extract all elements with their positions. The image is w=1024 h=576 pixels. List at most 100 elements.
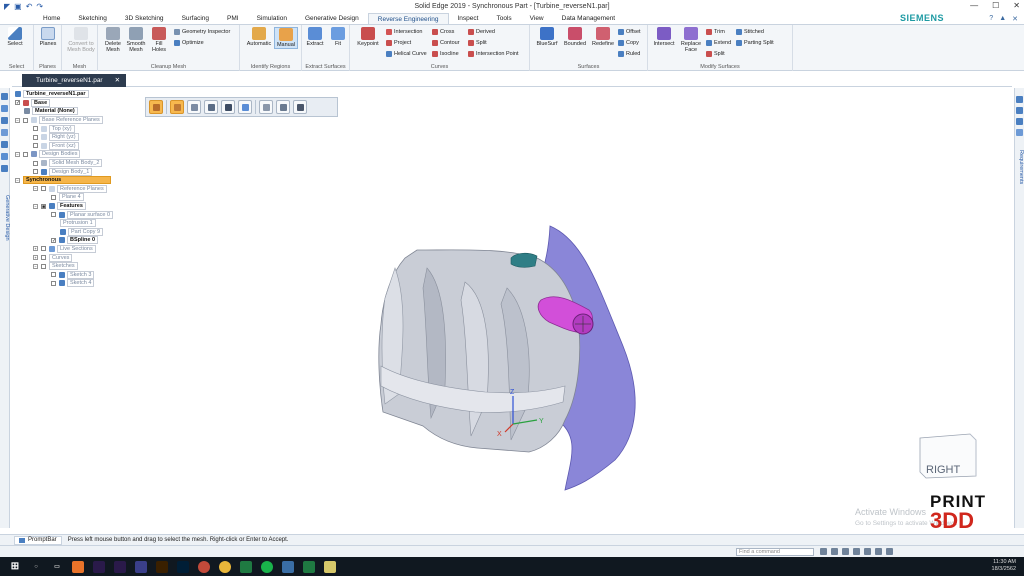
tree-item-solid-mesh-body[interactable]: Solid Mesh Body_2 (15, 159, 140, 168)
extract-button[interactable]: Extract (304, 27, 326, 47)
premiere-icon[interactable] (93, 560, 105, 573)
fit-view-icon[interactable] (820, 548, 827, 555)
cross-button[interactable]: Cross (432, 29, 454, 35)
tab-simulation[interactable]: Simulation (248, 13, 296, 24)
parting-split-button[interactable]: Parting Split (736, 40, 774, 46)
chrome-icon[interactable] (219, 560, 231, 573)
tree-item-bspline[interactable]: ✓ BSpline 0 (15, 236, 140, 245)
help-icon[interactable]: ? (989, 15, 993, 23)
intersect-button[interactable]: Intersect (651, 27, 677, 47)
isocline-button[interactable]: Isocline (432, 51, 459, 57)
right-dock-icon-2[interactable] (1016, 107, 1023, 114)
planes-button[interactable]: Planes (37, 27, 59, 47)
right-dock-icon-1[interactable] (1016, 96, 1023, 103)
options-button[interactable] (259, 100, 273, 114)
checkbox[interactable] (51, 194, 56, 200)
media-icon[interactable] (135, 560, 147, 573)
doc-close-icon[interactable]: ✕ (1012, 15, 1018, 23)
tab-generative-design[interactable]: Generative Design (296, 13, 368, 24)
tree-item-plane-4[interactable]: Plane 4 (15, 193, 140, 202)
tree-item-features[interactable]: − ■ Features (15, 202, 140, 211)
tab-inspect[interactable]: Inspect (449, 13, 488, 24)
fill-region-button[interactable] (187, 100, 201, 114)
tab-pmi[interactable]: PMI (218, 13, 248, 24)
expand-toggle[interactable]: − (33, 186, 38, 192)
convert-mesh-button[interactable]: Convert to Mesh Body (67, 27, 95, 53)
expand-toggle[interactable]: − (33, 263, 38, 269)
tree-item-sketch-4[interactable]: Sketch 4 (15, 279, 140, 288)
tab-3d-sketching[interactable]: 3D Sketching (116, 13, 173, 24)
tree-item-sketch-3[interactable]: Sketch 3 (15, 270, 140, 279)
checkbox[interactable] (33, 134, 38, 140)
expand-toggle[interactable]: − (33, 203, 38, 209)
minimize-ribbon-icon[interactable]: ▲ (999, 15, 1006, 23)
tree-item-top[interactable]: Top (xy) (15, 124, 140, 133)
tree-item-part-copy[interactable]: Part Copy 9 (15, 227, 140, 237)
select-button[interactable]: Select (4, 27, 26, 47)
copy-button[interactable]: Copy (618, 40, 639, 46)
sensors-icon[interactable] (1, 141, 8, 148)
view-orient-icon[interactable] (875, 548, 882, 555)
tree-item-sketches[interactable]: − Sketches (15, 262, 140, 271)
tree-item-base-ref-planes[interactable]: − Base Reference Planes (15, 116, 140, 125)
optimize-button[interactable]: Optimize (174, 40, 204, 46)
zoom-area-icon[interactable] (831, 548, 838, 555)
smooth-mesh-button[interactable]: Smooth Mesh (125, 27, 147, 53)
maximize-button[interactable]: ☐ (992, 1, 999, 10)
close-tab-icon[interactable]: ✕ (115, 77, 120, 84)
system-tray[interactable]: 11:30 AM 18/3/2562 (992, 559, 1016, 573)
close-button[interactable]: ✕ (1013, 1, 1020, 10)
tree-item-reference-planes[interactable]: − Reference Planes (15, 184, 140, 194)
checkbox[interactable] (51, 212, 56, 218)
mesh-view-button[interactable] (238, 100, 252, 114)
checkbox[interactable] (51, 272, 56, 278)
expand-toggle[interactable]: − (15, 117, 20, 123)
search-icon[interactable]: ○ (30, 561, 42, 573)
teal-feature[interactable] (510, 252, 538, 268)
requirements-label[interactable]: Requirements (1014, 150, 1024, 184)
explorer-icon[interactable] (324, 560, 336, 573)
derived-button[interactable]: Derived (468, 29, 495, 35)
shading-icon[interactable] (886, 548, 893, 555)
checkbox[interactable] (23, 151, 28, 157)
checkbox[interactable] (41, 186, 46, 192)
cancel-button[interactable] (293, 100, 307, 114)
tree-root[interactable]: Turbine_reverseN1.par (15, 90, 140, 99)
tree-item-curves[interactable]: + Curves (15, 253, 140, 262)
checkbox[interactable] (41, 255, 46, 261)
checkbox[interactable] (41, 263, 46, 269)
tree-item-front[interactable]: Front (xz) (15, 141, 140, 151)
helical-curve-button[interactable]: Helical Curve (386, 51, 427, 57)
after-effects-icon[interactable] (114, 560, 126, 573)
tab-data-management[interactable]: Data Management (553, 13, 624, 24)
intersection-button[interactable]: Intersection (386, 29, 422, 35)
pathfinder-icon[interactable] (1, 93, 8, 100)
trim-button[interactable]: Trim (706, 29, 725, 35)
contour-button[interactable]: Contour (432, 40, 460, 46)
fit-button[interactable]: Fit (327, 27, 349, 47)
pan-icon[interactable] (853, 548, 860, 555)
keypoint-button[interactable]: Keypoint (354, 27, 382, 47)
bounded-button[interactable]: Bounded (561, 27, 589, 47)
generative-design-icon[interactable] (1, 165, 8, 172)
manual-button[interactable]: Manual (274, 27, 298, 49)
photoshop-icon[interactable] (177, 560, 189, 573)
brush-mode-button[interactable] (170, 100, 184, 114)
checkbox[interactable]: ✓ (15, 100, 20, 106)
library-icon[interactable] (1, 117, 8, 124)
layers-icon[interactable] (1, 105, 8, 112)
checkbox[interactable] (33, 143, 38, 149)
replace-face-button[interactable]: Replace Face (678, 27, 704, 53)
teamcenter-icon[interactable] (1, 153, 8, 160)
tree-item-design-body[interactable]: Design Body_1 (15, 167, 140, 176)
checkbox[interactable] (23, 117, 28, 123)
expand-toggle[interactable]: + (33, 255, 38, 261)
checkbox[interactable]: ■ (41, 203, 46, 209)
paint-select-button[interactable] (149, 100, 163, 114)
extend-button[interactable]: Extend (706, 40, 731, 46)
document-tab[interactable]: Turbine_reverseN1.par ✕ (22, 74, 127, 87)
intersection-point-button[interactable]: Intersection Point (468, 51, 519, 57)
expand-toggle[interactable]: − (15, 177, 20, 183)
tree-item-right[interactable]: Right (yz) (15, 133, 140, 142)
offset-button[interactable]: Offset (618, 29, 641, 35)
